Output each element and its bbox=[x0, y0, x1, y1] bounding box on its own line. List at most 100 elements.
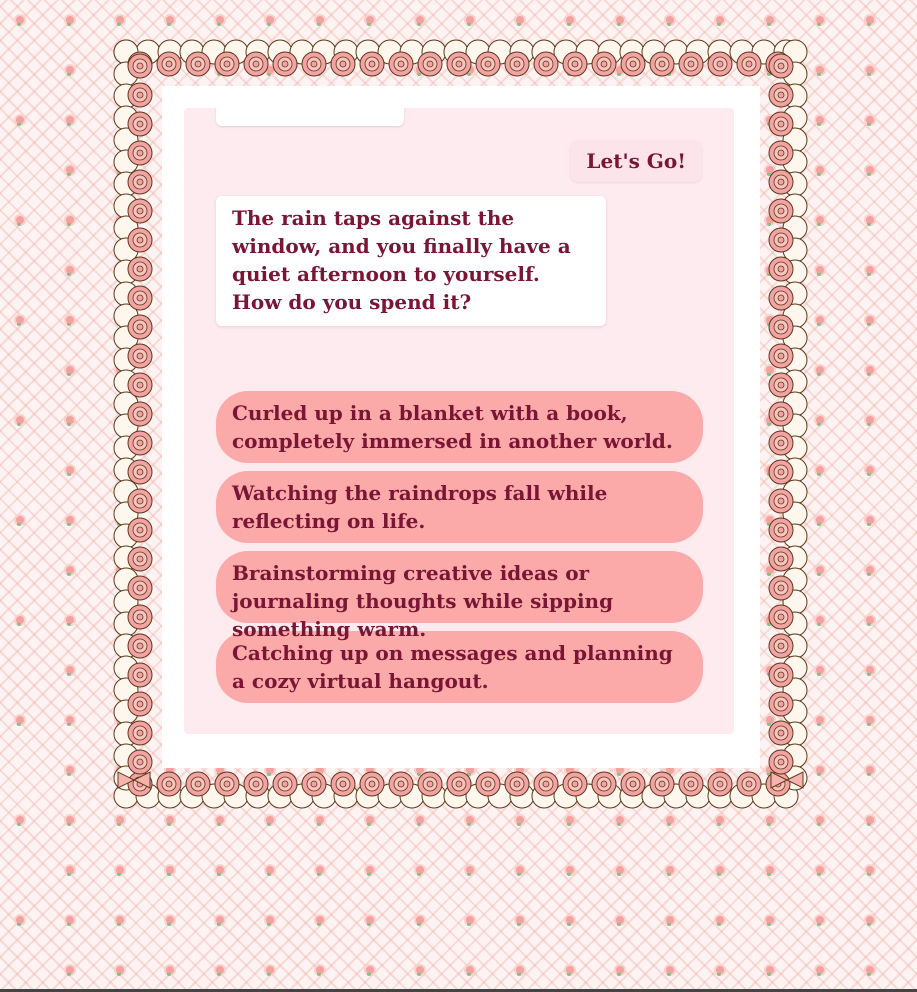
small-rose-icon bbox=[816, 566, 824, 576]
small-rose-icon bbox=[66, 116, 74, 126]
small-rose-icon bbox=[816, 816, 824, 826]
small-rose-icon bbox=[216, 916, 224, 926]
small-rose-icon bbox=[66, 16, 74, 26]
answer-option-button[interactable]: Watching the raindrops fall while reflec… bbox=[216, 471, 703, 543]
small-rose-icon bbox=[216, 816, 224, 826]
small-rose-icon bbox=[116, 816, 124, 826]
small-rose-icon bbox=[316, 16, 324, 26]
small-rose-icon bbox=[616, 816, 624, 826]
small-rose-icon bbox=[816, 266, 824, 276]
small-rose-icon bbox=[816, 416, 824, 426]
small-rose-icon bbox=[666, 816, 674, 826]
user-message-bubble: Let's Go! bbox=[570, 140, 702, 182]
small-rose-icon bbox=[16, 916, 24, 926]
small-rose-icon bbox=[116, 916, 124, 926]
small-rose-icon bbox=[266, 966, 274, 976]
small-rose-icon bbox=[416, 916, 424, 926]
small-rose-icon bbox=[866, 166, 874, 176]
small-rose-icon bbox=[716, 866, 724, 876]
small-rose-icon bbox=[316, 816, 324, 826]
small-rose-icon bbox=[566, 816, 574, 826]
small-rose-icon bbox=[716, 966, 724, 976]
small-rose-icon bbox=[66, 366, 74, 376]
small-rose-icon bbox=[266, 916, 274, 926]
small-rose-icon bbox=[366, 916, 374, 926]
answer-option-button[interactable]: Catching up on messages and planning a c… bbox=[216, 631, 703, 703]
answer-option-button[interactable]: Brainstorming creative ideas or journali… bbox=[216, 551, 703, 641]
small-rose-icon bbox=[66, 966, 74, 976]
small-rose-icon bbox=[616, 966, 624, 976]
answer-option-button[interactable]: Curled up in a blanket with a book, comp… bbox=[216, 391, 703, 463]
small-rose-icon bbox=[366, 866, 374, 876]
bot-message-bubble: The rain taps against the window, and yo… bbox=[216, 196, 606, 326]
small-rose-icon bbox=[816, 316, 824, 326]
small-rose-icon bbox=[816, 866, 824, 876]
small-rose-icon bbox=[866, 116, 874, 126]
small-rose-icon bbox=[516, 16, 524, 26]
small-rose-icon bbox=[866, 16, 874, 26]
small-rose-icon bbox=[766, 866, 774, 876]
small-rose-icon bbox=[266, 866, 274, 876]
chat-panel[interactable]: Let's Go! The rain taps against the wind… bbox=[184, 108, 734, 734]
small-rose-icon bbox=[866, 916, 874, 926]
small-rose-icon bbox=[466, 16, 474, 26]
small-rose-icon bbox=[866, 516, 874, 526]
small-rose-icon bbox=[866, 816, 874, 826]
small-rose-icon bbox=[816, 516, 824, 526]
small-rose-icon bbox=[866, 866, 874, 876]
small-rose-icon bbox=[216, 16, 224, 26]
small-rose-icon bbox=[566, 866, 574, 876]
small-rose-icon bbox=[66, 716, 74, 726]
small-rose-icon bbox=[716, 816, 724, 826]
small-rose-icon bbox=[66, 66, 74, 76]
small-rose-icon bbox=[16, 16, 24, 26]
small-rose-icon bbox=[466, 966, 474, 976]
rose-lace-frame: Let's Go! The rain taps against the wind… bbox=[112, 38, 809, 810]
small-rose-icon bbox=[766, 16, 774, 26]
small-rose-icon bbox=[866, 716, 874, 726]
small-rose-icon bbox=[666, 916, 674, 926]
small-rose-icon bbox=[866, 266, 874, 276]
small-rose-icon bbox=[616, 916, 624, 926]
small-rose-icon bbox=[16, 216, 24, 226]
small-rose-icon bbox=[316, 966, 324, 976]
small-rose-icon bbox=[16, 316, 24, 326]
small-rose-icon bbox=[366, 966, 374, 976]
small-rose-icon bbox=[816, 216, 824, 226]
small-rose-icon bbox=[816, 966, 824, 976]
small-rose-icon bbox=[866, 466, 874, 476]
small-rose-icon bbox=[16, 616, 24, 626]
small-rose-icon bbox=[366, 16, 374, 26]
small-rose-icon bbox=[66, 766, 74, 776]
small-rose-icon bbox=[116, 16, 124, 26]
small-rose-icon bbox=[116, 866, 124, 876]
small-rose-icon bbox=[16, 116, 24, 126]
small-rose-icon bbox=[416, 966, 424, 976]
small-rose-icon bbox=[816, 466, 824, 476]
small-rose-icon bbox=[616, 16, 624, 26]
small-rose-icon bbox=[66, 166, 74, 176]
small-rose-icon bbox=[466, 916, 474, 926]
small-rose-icon bbox=[866, 316, 874, 326]
small-rose-icon bbox=[616, 866, 624, 876]
small-rose-icon bbox=[816, 766, 824, 776]
small-rose-icon bbox=[16, 816, 24, 826]
small-rose-icon bbox=[416, 16, 424, 26]
small-rose-icon bbox=[516, 966, 524, 976]
small-rose-icon bbox=[416, 866, 424, 876]
small-rose-icon bbox=[266, 16, 274, 26]
small-rose-icon bbox=[66, 666, 74, 676]
small-rose-icon bbox=[166, 816, 174, 826]
small-rose-icon bbox=[516, 866, 524, 876]
small-rose-icon bbox=[66, 216, 74, 226]
small-rose-icon bbox=[816, 116, 824, 126]
small-rose-icon bbox=[166, 966, 174, 976]
small-rose-icon bbox=[66, 416, 74, 426]
small-rose-icon bbox=[16, 416, 24, 426]
small-rose-icon bbox=[566, 966, 574, 976]
small-rose-icon bbox=[166, 866, 174, 876]
small-rose-icon bbox=[816, 716, 824, 726]
small-rose-icon bbox=[66, 316, 74, 326]
small-rose-icon bbox=[316, 916, 324, 926]
small-rose-icon bbox=[816, 66, 824, 76]
